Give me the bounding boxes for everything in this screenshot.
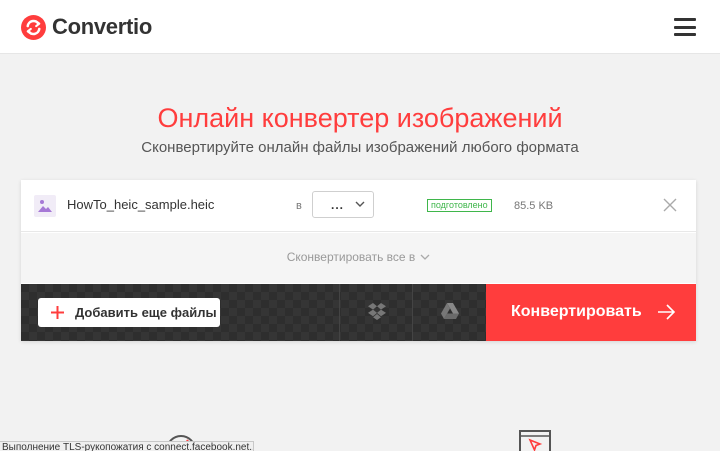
chevron-down-icon [420, 254, 430, 261]
image-file-icon [34, 195, 56, 217]
format-select[interactable]: ... [312, 191, 374, 218]
browser-status-bar: Выполнение TLS-рукопожатия с connect.fac… [0, 441, 254, 451]
convert-button-label: Конвертировать [511, 303, 642, 320]
page-title: Онлайн конвертер изображений [157, 103, 563, 133]
convert-all-dropdown[interactable]: Сконвертировать все в [21, 250, 696, 264]
convert-button[interactable]: Конвертировать [486, 284, 696, 341]
converter-card: HowTo_heic_sample.heic в ... подготовлен… [21, 180, 696, 341]
add-more-files-button[interactable]: Добавить еще файлы [38, 298, 220, 327]
convert-all-label: Сконвертировать все в [286, 250, 416, 264]
convert-all-row: Сконвертировать все в [21, 233, 696, 283]
site-header: Convertio [0, 0, 720, 54]
chevron-down-icon [355, 201, 365, 207]
to-format-label: в [296, 200, 302, 212]
format-select-value: ... [331, 198, 345, 212]
file-name: HowTo_heic_sample.heic [67, 197, 215, 212]
file-size: 85.5 KB [514, 200, 554, 212]
google-drive-icon [441, 303, 459, 319]
convertio-logo-icon [21, 14, 46, 40]
google-drive-button[interactable] [412, 284, 486, 341]
action-bar: Добавить еще файлы Конвертировать [21, 284, 696, 341]
file-row: HowTo_heic_sample.heic в ... подготовлен… [21, 180, 696, 232]
dropbox-button[interactable] [339, 284, 412, 341]
dropbox-icon [368, 303, 386, 320]
logo-text: Convertio [52, 14, 152, 39]
convertio-logo[interactable]: Convertio [21, 13, 152, 41]
close-icon[interactable] [663, 198, 677, 212]
plus-icon [51, 306, 64, 319]
hamburger-menu-icon[interactable] [674, 18, 696, 36]
browser-cursor-icon [519, 430, 551, 451]
page-subtitle: Сконвертируйте онлайн файлы изображений … [141, 139, 579, 156]
add-more-files-label: Добавить еще файлы [75, 305, 217, 320]
arrow-right-icon [658, 304, 676, 320]
status-badge: подготовлено [427, 199, 492, 212]
